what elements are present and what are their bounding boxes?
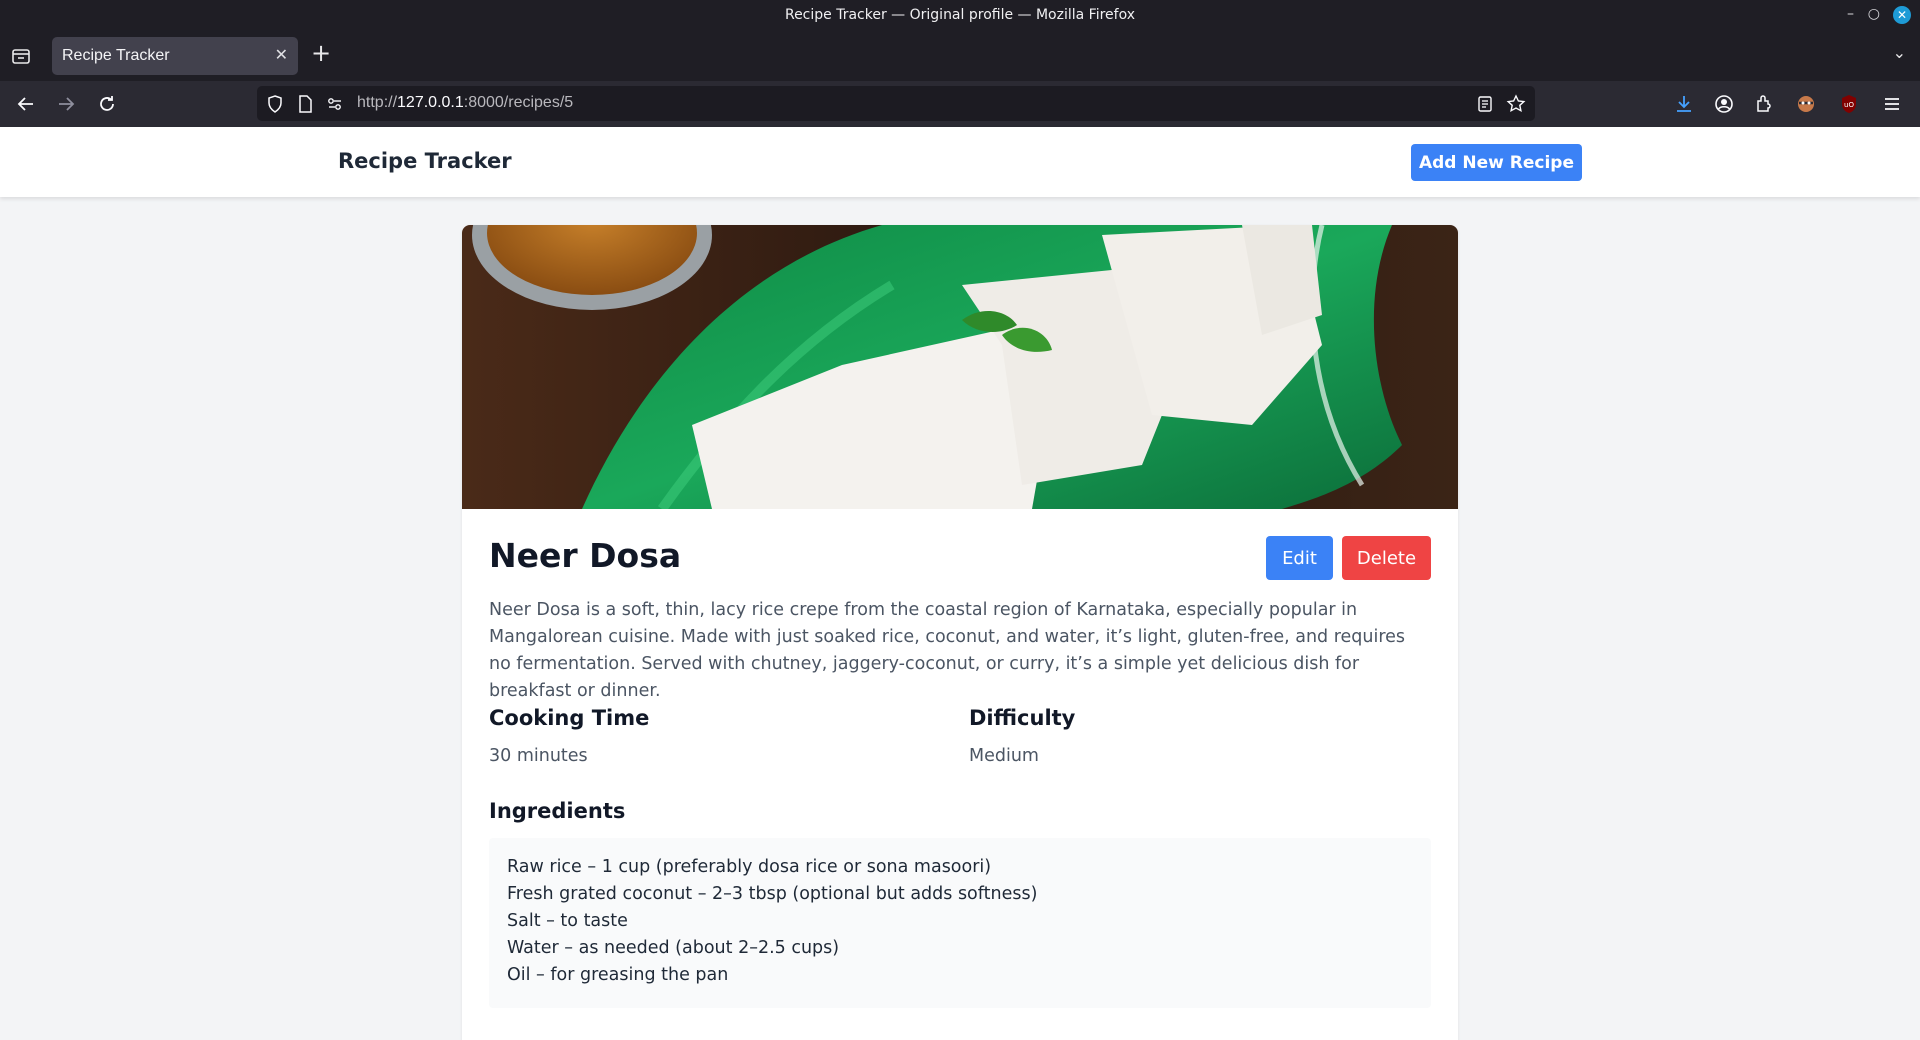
back-icon[interactable] — [14, 92, 38, 116]
close-window-icon[interactable]: ✕ — [1893, 6, 1911, 24]
tab-recipe-tracker[interactable]: Recipe Tracker ✕ — [52, 37, 298, 75]
ingredients-heading: Ingredients — [489, 799, 626, 823]
minimize-icon[interactable]: – — [1847, 6, 1854, 22]
recipe-card: Neer Dosa Edit Delete Neer Dosa is a sof… — [462, 225, 1458, 1040]
window-title: Recipe Tracker — Original profile — Mozi… — [784, 7, 1136, 23]
svg-text:uO: uO — [1844, 101, 1854, 109]
tab-title: Recipe Tracker — [62, 47, 170, 64]
extensions-icon[interactable] — [1753, 93, 1775, 115]
add-new-recipe-button[interactable]: Add New Recipe — [1411, 144, 1582, 181]
cooking-time-value: 30 minutes — [489, 746, 588, 766]
bookmark-star-icon[interactable] — [1506, 94, 1526, 114]
difficulty-value: Medium — [969, 746, 1039, 766]
difficulty-heading: Difficulty — [969, 706, 1076, 730]
maximize-icon[interactable]: ○ — [1868, 6, 1880, 22]
edit-button[interactable]: Edit — [1266, 536, 1333, 580]
ingredient-item: Salt – to taste — [507, 911, 628, 931]
url-scheme: http:// — [357, 94, 398, 111]
menu-icon[interactable] — [1881, 93, 1903, 115]
ingredient-item: Water – as needed (about 2–2.5 cups) — [507, 938, 840, 958]
reader-view-icon[interactable] — [1475, 94, 1495, 114]
tab-list-icon[interactable] — [10, 45, 32, 67]
download-icon[interactable] — [1673, 93, 1695, 115]
url-text[interactable]: http://127.0.0.1:8000/recipes/5 — [357, 94, 573, 112]
site-brand[interactable]: Recipe Tracker — [338, 149, 512, 173]
url-path: :8000/recipes/5 — [463, 94, 574, 111]
new-tab-icon[interactable]: + — [311, 39, 331, 67]
tab-close-icon[interactable]: ✕ — [275, 45, 288, 64]
shield-icon[interactable] — [265, 94, 285, 114]
account-icon[interactable] — [1713, 93, 1735, 115]
ingredients-list: Raw rice – 1 cup (preferably dosa rice o… — [489, 838, 1431, 1008]
ublock-icon[interactable]: uO — [1838, 93, 1860, 115]
url-bar[interactable]: http://127.0.0.1:8000/recipes/5 — [257, 86, 1535, 121]
ingredient-item: Fresh grated coconut – 2–3 tbsp (optiona… — [507, 884, 1038, 904]
ingredient-item: Raw rice – 1 cup (preferably dosa rice o… — [507, 857, 992, 877]
extension-avatar-icon[interactable] — [1795, 93, 1817, 115]
cooking-time-heading: Cooking Time — [489, 706, 650, 730]
chevron-down-icon[interactable]: ⌄ — [1893, 43, 1906, 62]
tab-bar: Recipe Tracker ✕ + ⌄ — [0, 31, 1920, 81]
url-host: 127.0.0.1 — [397, 94, 464, 111]
site-header: Recipe Tracker Add New Recipe — [0, 127, 1920, 197]
window-titlebar: Recipe Tracker — Original profile — Mozi… — [0, 0, 1920, 31]
delete-button[interactable]: Delete — [1342, 536, 1431, 580]
page-icon[interactable] — [295, 94, 315, 114]
navigation-toolbar: http://127.0.0.1:8000/recipes/5 uO — [0, 81, 1920, 127]
ingredient-item: Oil – for greasing the pan — [507, 965, 729, 985]
recipe-description: Neer Dosa is a soft, thin, lacy rice cre… — [489, 600, 1406, 701]
permissions-icon[interactable] — [325, 94, 345, 114]
recipe-image — [462, 225, 1458, 509]
reload-icon[interactable] — [95, 92, 119, 116]
recipe-title: Neer Dosa — [489, 536, 682, 575]
forward-icon[interactable] — [54, 92, 78, 116]
